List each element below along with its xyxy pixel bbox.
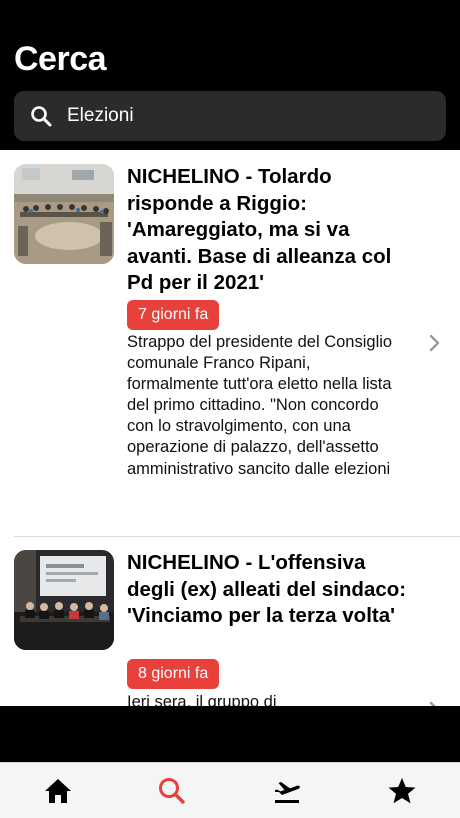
page-title: Cerca (14, 40, 107, 78)
plane-departure-icon[interactable] (271, 775, 303, 807)
list-item[interactable]: NICHELINO - Tolardo risponde a Riggio: '… (0, 150, 460, 536)
header: Cerca Elezioni (0, 0, 460, 150)
list-item[interactable]: NICHELINO - L'offensiva degli (ex) allea… (0, 537, 460, 706)
star-icon[interactable] (386, 775, 418, 807)
article-thumbnail (14, 550, 114, 650)
tab-bar (0, 762, 460, 818)
search-input[interactable]: Elezioni (67, 105, 134, 127)
article-headline[interactable]: NICHELINO - Tolardo risponde a Riggio: '… (127, 164, 417, 297)
results-list[interactable]: NICHELINO - Tolardo risponde a Riggio: '… (0, 150, 460, 706)
search-icon[interactable] (156, 775, 188, 807)
time-badge: 7 giorni fa (127, 300, 220, 330)
search-icon (31, 106, 52, 127)
chevron-right-icon[interactable] (428, 333, 442, 353)
home-icon[interactable] (42, 775, 74, 807)
bottom-spacer (0, 706, 460, 762)
article-thumbnail (14, 164, 114, 264)
article-excerpt: Ieri sera, il gruppo di (127, 693, 277, 706)
time-badge: 8 giorni fa (127, 659, 220, 689)
article-excerpt: Strappo del presidente del Consiglio com… (127, 333, 393, 478)
article-headline[interactable]: NICHELINO - L'offensiva degli (ex) allea… (127, 550, 417, 630)
search-bar[interactable]: Elezioni (14, 91, 446, 141)
